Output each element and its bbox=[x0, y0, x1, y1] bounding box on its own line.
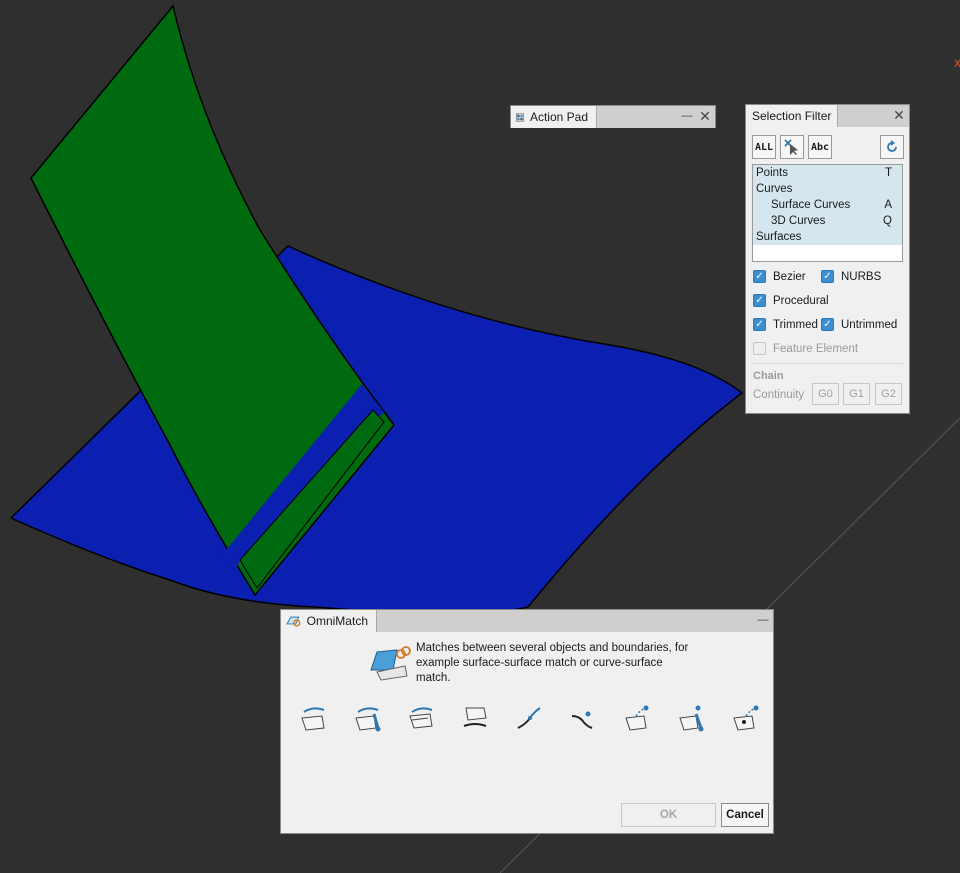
ok-button[interactable]: OK bbox=[621, 803, 716, 827]
list-item-points[interactable]: Points T bbox=[753, 165, 902, 181]
surface-point-match-tool[interactable] bbox=[619, 702, 655, 734]
surface-point-brush-icon bbox=[679, 705, 704, 732]
curve-curve-match-icon bbox=[517, 707, 541, 729]
trimmed-label: Trimmed bbox=[773, 318, 818, 331]
continuity-g1-button[interactable]: G1 bbox=[843, 383, 870, 405]
untrimmed-checkbox[interactable]: ✓ Untrimmed bbox=[821, 318, 897, 331]
surface-match-brush-tool[interactable] bbox=[349, 702, 385, 734]
feature-element-label: Feature Element bbox=[773, 342, 859, 355]
list-item-label: Surfaces bbox=[756, 231, 802, 243]
list-item-label: Surface Curves bbox=[771, 199, 851, 211]
continuity-label: Continuity bbox=[753, 389, 805, 401]
list-item-label: Curves bbox=[756, 183, 793, 195]
bezier-checkbox[interactable]: ✓ Bezier bbox=[753, 270, 806, 283]
bezier-label: Bezier bbox=[773, 270, 806, 283]
omnimatch-minimize-button[interactable]: — bbox=[755, 612, 771, 628]
curve-point-match-icon bbox=[571, 711, 593, 729]
list-item-surface-curves[interactable]: Surface Curves A bbox=[753, 197, 902, 213]
surface-surface-match-icon bbox=[301, 707, 325, 731]
list-item-shortcut: A bbox=[884, 199, 892, 211]
check-icon: ✓ bbox=[753, 294, 766, 307]
list-item-label: Points bbox=[756, 167, 788, 179]
curve-point-match-tool[interactable] bbox=[565, 702, 601, 734]
surface-match-brush-icon bbox=[355, 707, 381, 732]
procedural-label: Procedural bbox=[773, 294, 829, 307]
nurbs-checkbox[interactable]: ✓ NURBS bbox=[821, 270, 881, 283]
omnimatch-description: Matches between several objects and boun… bbox=[416, 641, 688, 686]
check-icon: ✓ bbox=[821, 318, 834, 331]
multi-surface-match-icon bbox=[409, 707, 433, 729]
match-surfaces-icon bbox=[370, 646, 411, 681]
cancel-button[interactable]: Cancel bbox=[721, 803, 769, 827]
selection-filter-tab[interactable]: Selection Filter bbox=[746, 105, 838, 127]
action-pad-tab[interactable]: Action Pad bbox=[511, 106, 597, 128]
surface-curve-match-tool[interactable] bbox=[457, 702, 493, 734]
omnimatch-titlebar: OmniMatch — bbox=[281, 610, 773, 632]
multi-surface-match-tool[interactable] bbox=[403, 702, 439, 734]
surface-point-brush-tool[interactable] bbox=[673, 702, 709, 734]
curve-curve-match-tool[interactable] bbox=[511, 702, 547, 734]
untrimmed-label: Untrimmed bbox=[841, 318, 898, 331]
omnimatch-tab[interactable]: OmniMatch bbox=[281, 610, 377, 632]
list-item-surfaces[interactable]: Surfaces bbox=[753, 229, 902, 245]
continuity-g0-button[interactable]: G0 bbox=[812, 383, 839, 405]
action-pad-icon bbox=[516, 113, 524, 121]
feature-element-checkbox[interactable]: Feature Element bbox=[753, 342, 858, 355]
selection-filter-close-button[interactable]: ✕ bbox=[891, 107, 907, 123]
omnimatch-panel: OmniMatch — Matches between several obje… bbox=[280, 609, 774, 834]
list-item-shortcut: T bbox=[884, 167, 892, 179]
trimmed-checkbox[interactable]: ✓ Trimmed bbox=[753, 318, 818, 331]
select-all-button[interactable]: ALL bbox=[752, 135, 776, 159]
description-line: example surface-surface match or curve-s… bbox=[416, 657, 663, 669]
action-pad-panel: Action Pad — ✕ bbox=[510, 105, 716, 128]
list-item-shortcut: Q bbox=[883, 215, 892, 227]
refresh-button[interactable] bbox=[880, 135, 904, 159]
list-item-3d-curves[interactable]: 3D Curves Q bbox=[753, 213, 902, 229]
axis-marker: x bbox=[954, 54, 960, 70]
action-pad-titlebar: Action Pad — ✕ bbox=[511, 106, 715, 128]
omnimatch-title: OmniMatch bbox=[306, 614, 368, 628]
selection-filter-panel: Selection Filter ✕ ALL Abc Points T Curv… bbox=[745, 104, 910, 414]
list-item-curves[interactable]: Curves bbox=[753, 181, 902, 197]
check-icon: ✓ bbox=[753, 318, 766, 331]
selection-type-list: Points T Curves Surface Curves A 3D Curv… bbox=[752, 164, 903, 262]
surface-target-match-icon bbox=[733, 705, 759, 731]
surface-target-match-tool[interactable] bbox=[727, 702, 763, 734]
action-pad-close-button[interactable]: ✕ bbox=[697, 108, 713, 124]
omnimatch-icon bbox=[286, 616, 301, 627]
empty-box-icon bbox=[753, 342, 766, 355]
description-line: match. bbox=[416, 672, 451, 684]
action-pad-title: Action Pad bbox=[529, 110, 588, 124]
text-filter-button[interactable]: Abc bbox=[808, 135, 832, 159]
nurbs-label: NURBS bbox=[841, 270, 882, 283]
surface-surface-match-tool[interactable] bbox=[295, 702, 331, 734]
refresh-icon bbox=[887, 140, 897, 152]
selection-filter-titlebar: Selection Filter ✕ bbox=[746, 105, 909, 127]
action-pad-minimize-button[interactable]: — bbox=[679, 108, 695, 124]
cursor-filter-button[interactable] bbox=[780, 135, 804, 159]
cursor-x-icon bbox=[784, 139, 798, 155]
chain-label: Chain bbox=[753, 370, 784, 382]
check-icon: ✓ bbox=[753, 270, 766, 283]
surface-point-match-icon bbox=[625, 705, 649, 731]
check-icon: ✓ bbox=[821, 270, 834, 283]
continuity-g2-button[interactable]: G2 bbox=[875, 383, 902, 405]
selection-filter-title: Selection Filter bbox=[752, 109, 832, 123]
list-item-label: 3D Curves bbox=[771, 215, 826, 227]
description-line: Matches between several objects and boun… bbox=[416, 642, 689, 654]
divider bbox=[752, 363, 903, 364]
procedural-checkbox[interactable]: ✓ Procedural bbox=[753, 294, 829, 307]
surface-curve-match-icon bbox=[463, 707, 487, 727]
